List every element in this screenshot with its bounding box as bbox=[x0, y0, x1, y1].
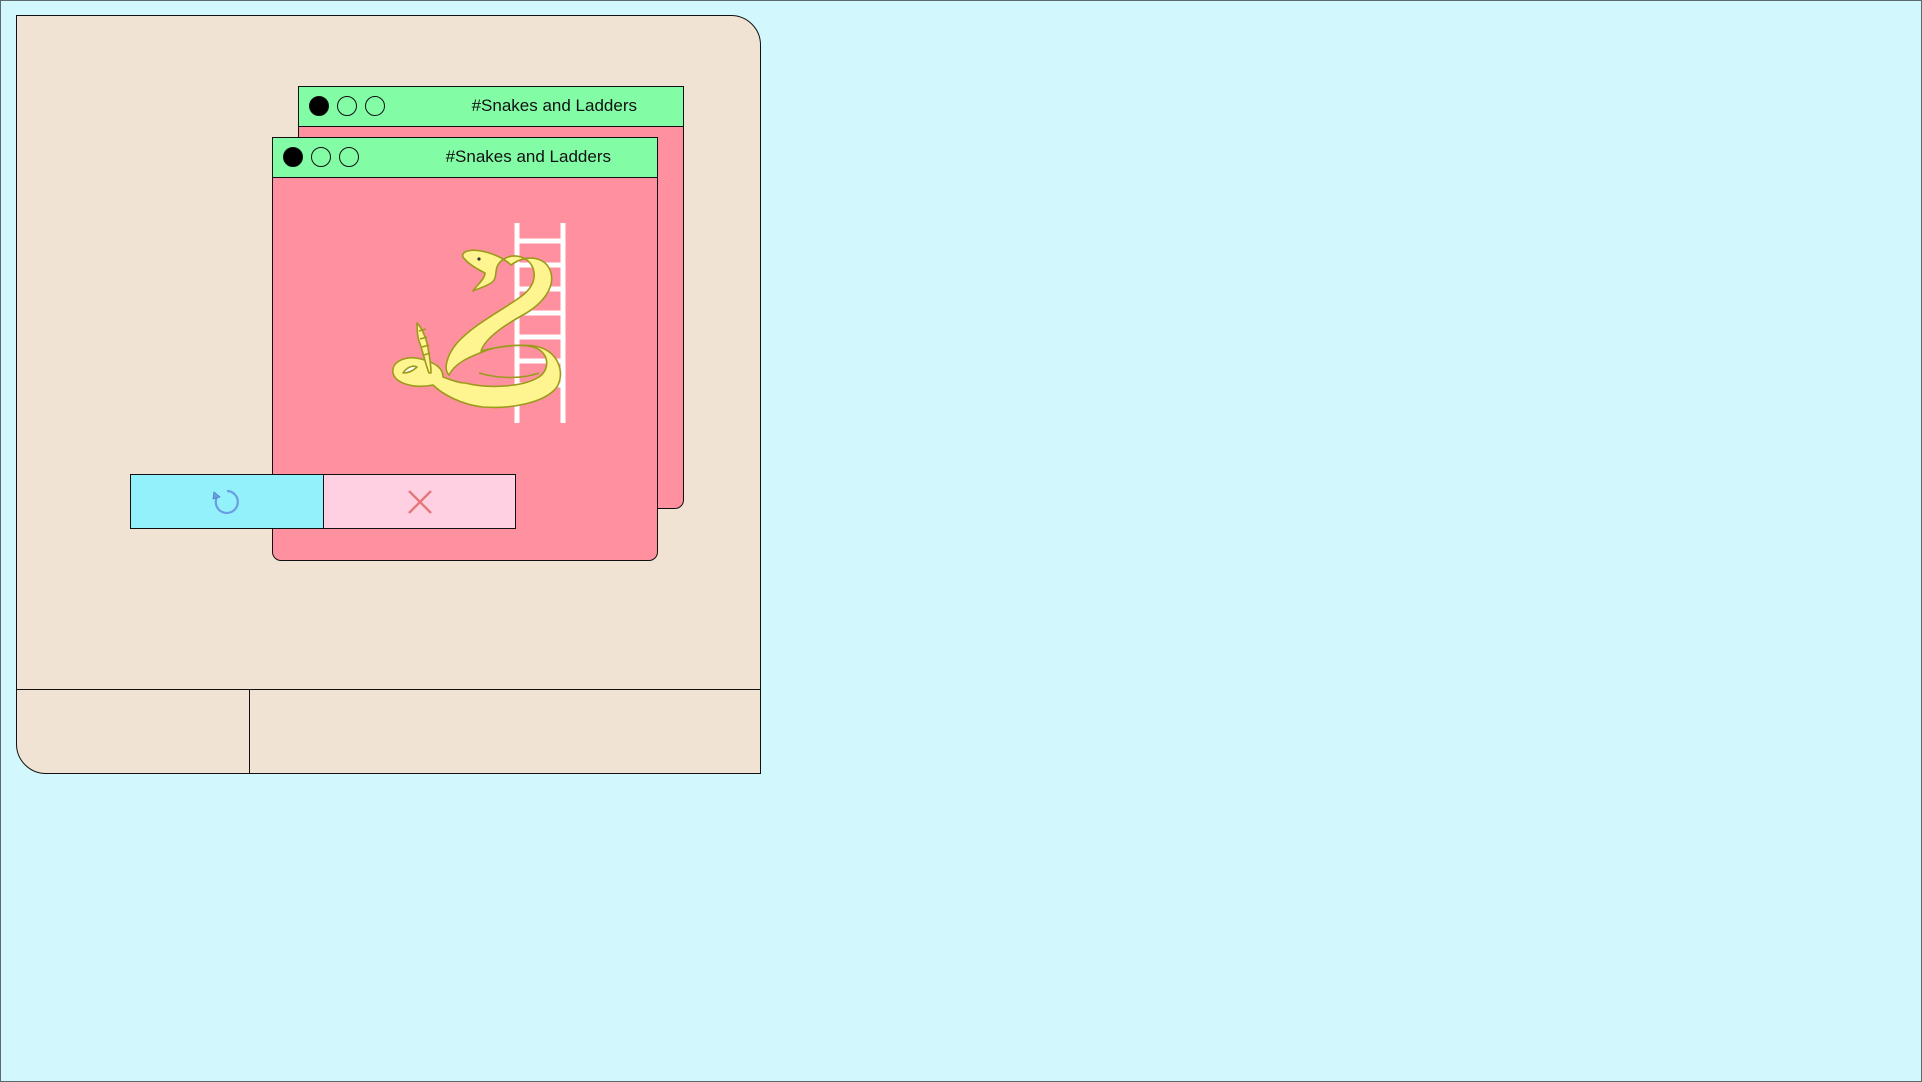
snakes-and-ladders-illustration bbox=[392, 223, 566, 423]
close-window-dot-icon[interactable] bbox=[283, 147, 303, 167]
restart-icon bbox=[212, 489, 239, 514]
panel-divider bbox=[17, 689, 760, 690]
window-title: #Snakes and Ladders bbox=[471, 96, 637, 115]
restart-button[interactable] bbox=[130, 474, 324, 529]
panel-bottom-divider bbox=[249, 690, 250, 774]
snake-icon bbox=[392, 249, 562, 409]
close-button[interactable] bbox=[323, 474, 516, 529]
close-window-dot-icon[interactable] bbox=[309, 96, 329, 116]
window-titlebar[interactable]: #Snakes and Ladders bbox=[273, 138, 657, 178]
window-title: #Snakes and Ladders bbox=[445, 147, 611, 166]
maximize-window-dot-icon[interactable] bbox=[339, 147, 359, 167]
minimize-window-dot-icon[interactable] bbox=[337, 96, 357, 116]
minimize-window-dot-icon[interactable] bbox=[311, 147, 331, 167]
window-titlebar[interactable]: #Snakes and Ladders bbox=[299, 87, 683, 127]
maximize-window-dot-icon[interactable] bbox=[365, 96, 385, 116]
close-icon bbox=[407, 489, 432, 514]
